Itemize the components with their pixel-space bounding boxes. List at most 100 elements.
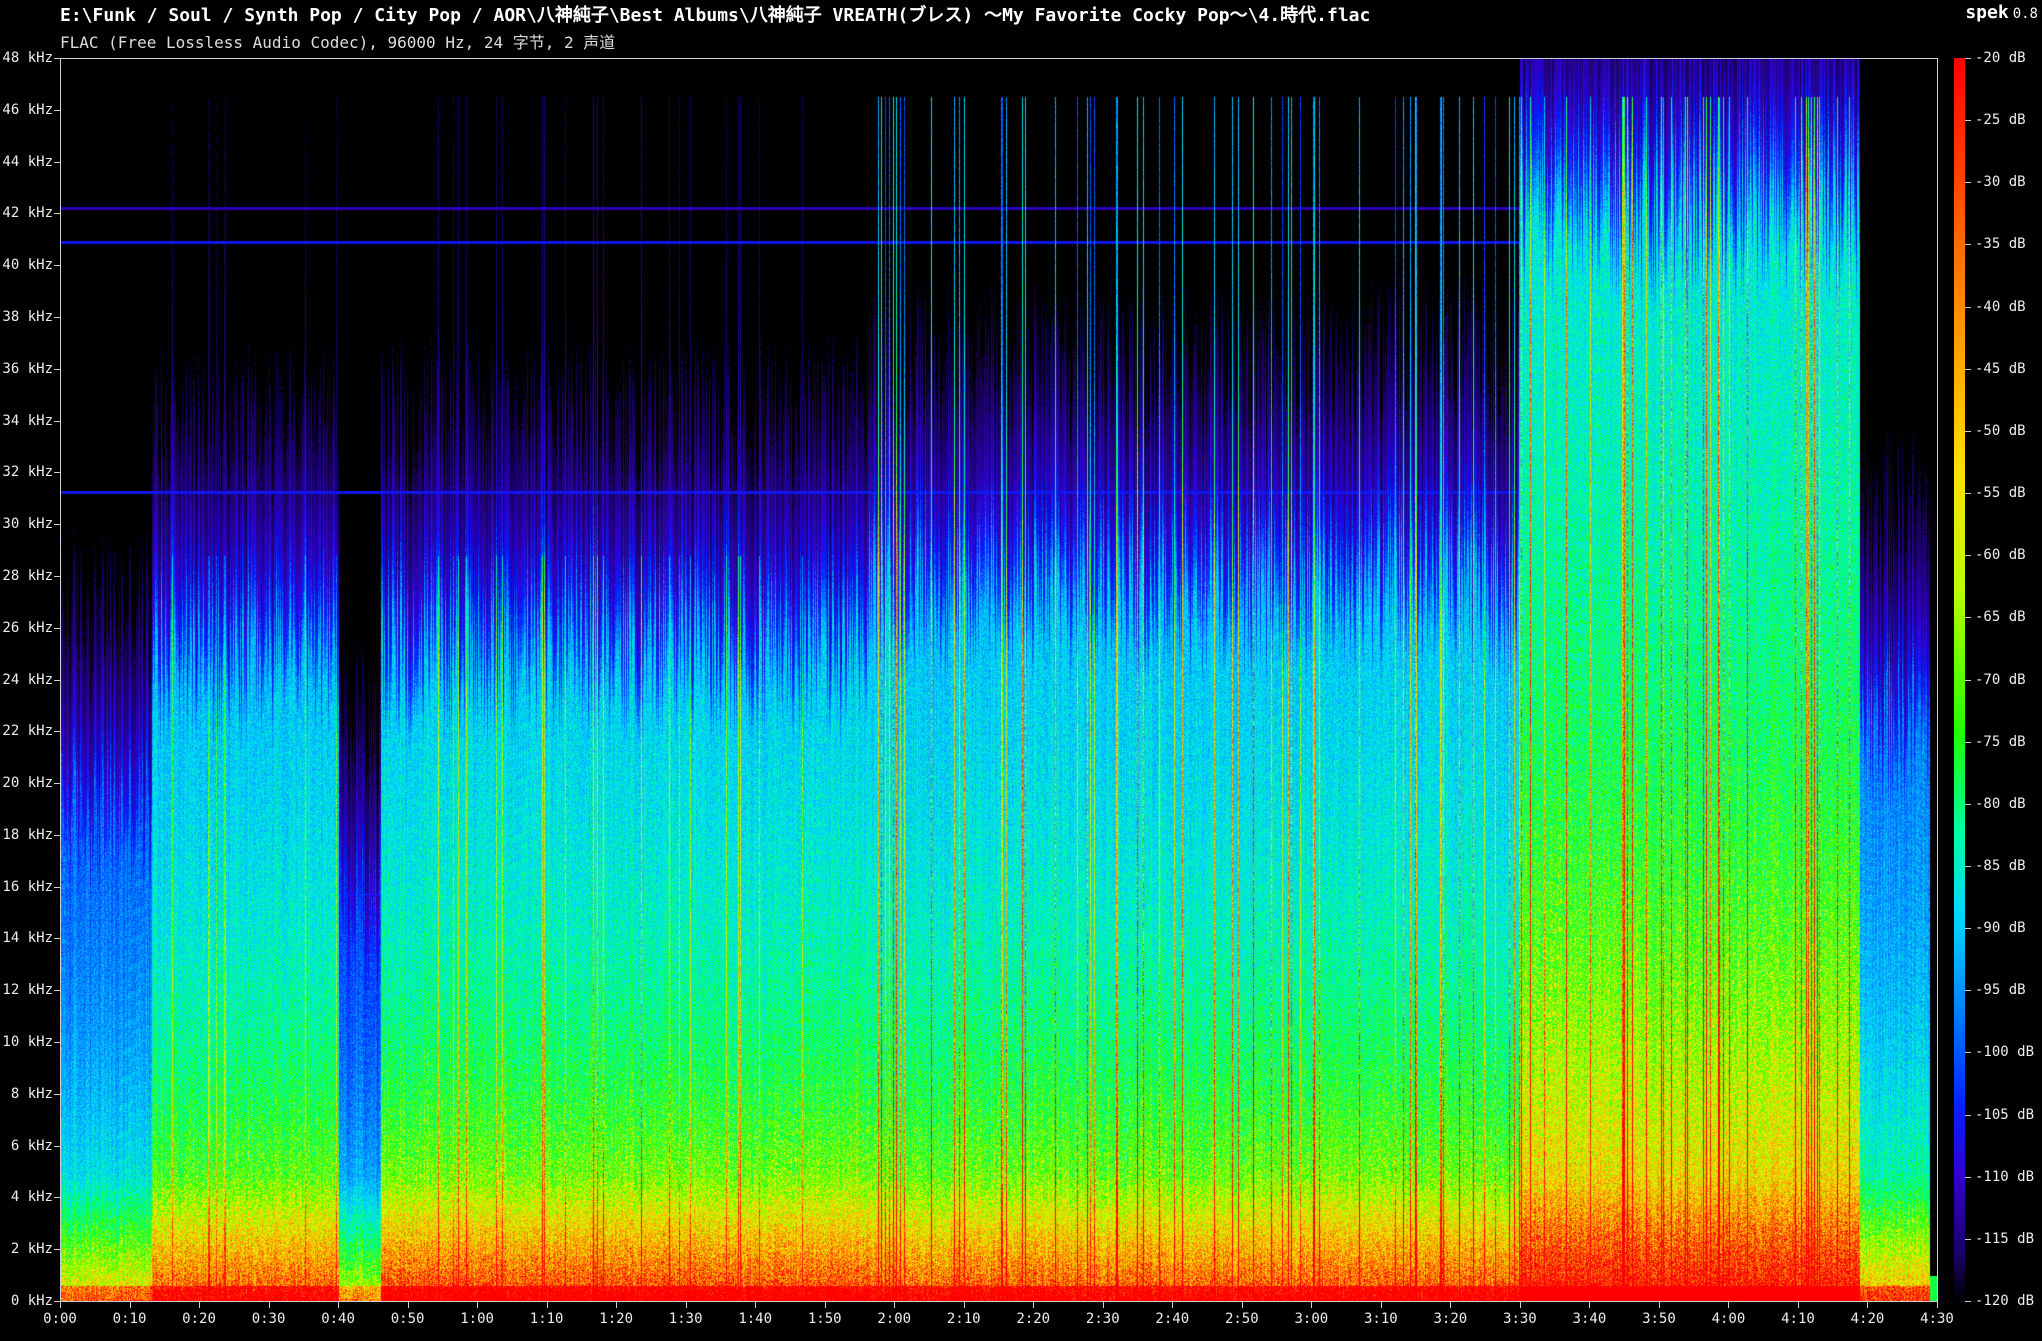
time-tick-mark: [1519, 1302, 1521, 1308]
time-tick-label: 2:30: [1085, 1311, 1120, 1327]
db-tick-label: -60 dB: [1975, 547, 2026, 564]
db-tick-mark: [1965, 1238, 1971, 1240]
app-version: 0.8: [2012, 6, 2038, 22]
app-brand: spek 0.8: [1965, 2, 2038, 23]
frequency-tick-label: 8 kHz: [10, 1085, 53, 1102]
frequency-tick-label: 0 kHz: [10, 1293, 53, 1309]
time-tick-mark: [685, 1302, 687, 1308]
db-tick-mark: [1965, 1114, 1971, 1116]
time-tick-label: 0:10: [112, 1311, 147, 1327]
spectrogram-image: [61, 59, 1937, 1301]
db-tick-mark: [1965, 58, 1971, 59]
db-tick-label: -80 dB: [1975, 795, 2026, 812]
time-tick-mark: [1937, 1302, 1938, 1308]
time-tick-label: 1:10: [529, 1311, 564, 1327]
db-tick-mark: [1965, 555, 1971, 557]
db-tick-mark: [1965, 182, 1971, 184]
frequency-tick-mark: [54, 524, 60, 526]
time-tick-label: 0:40: [321, 1311, 355, 1327]
time-tick-label: 1:40: [738, 1311, 773, 1327]
db-tick-mark: [1965, 928, 1971, 930]
time-tick-label: 4:30: [1920, 1311, 1954, 1327]
time-tick-label: 4:20: [1850, 1311, 1885, 1327]
frequency-tick-label: 28 kHz: [2, 567, 53, 584]
db-tick-mark: [1965, 803, 1971, 805]
time-tick-label: 4:10: [1781, 1311, 1815, 1327]
db-tick-label: -105 dB: [1975, 1106, 2035, 1123]
time-tick-mark: [894, 1302, 896, 1308]
frequency-tick-label: 38 kHz: [2, 308, 53, 325]
frequency-tick-mark: [54, 58, 60, 59]
db-tick-label: -100 dB: [1975, 1044, 2035, 1061]
db-tick-label: -40 dB: [1975, 298, 2026, 315]
db-tick-label: -90 dB: [1975, 920, 2026, 937]
time-tick-label: 3:00: [1294, 1311, 1329, 1327]
file-path-title: E:\Funk / Soul / Synth Pop / City Pop / …: [60, 5, 1371, 26]
db-tick-label: -25 dB: [1975, 112, 2026, 129]
frequency-tick-mark: [54, 783, 60, 785]
time-tick-label: 2:40: [1155, 1311, 1190, 1327]
frequency-tick-mark: [54, 472, 60, 474]
time-tick-label: 1:20: [599, 1311, 633, 1327]
time-tick-mark: [1102, 1302, 1104, 1308]
db-tick-label: -115 dB: [1975, 1230, 2035, 1247]
time-tick-label: 1:00: [460, 1311, 494, 1327]
db-tick-label: -70 dB: [1975, 671, 2026, 688]
time-tick-label: 0:30: [251, 1311, 286, 1327]
frequency-tick-label: 2 kHz: [10, 1241, 53, 1258]
frequency-tick-label: 46 kHz: [2, 101, 53, 118]
frequency-tick-label: 12 kHz: [2, 982, 53, 999]
frequency-tick-label: 48 kHz: [2, 50, 53, 66]
frequency-tick-label: 22 kHz: [2, 723, 53, 740]
db-tick-label: -110 dB: [1975, 1168, 2035, 1185]
db-tick-mark: [1965, 1176, 1971, 1178]
frequency-tick-label: 20 kHz: [2, 775, 53, 792]
db-tick-label: -50 dB: [1975, 422, 2026, 439]
frequency-tick-label: 26 kHz: [2, 619, 53, 636]
frequency-tick-mark: [54, 1145, 60, 1147]
frequency-tick-mark: [54, 679, 60, 681]
frequency-tick-mark: [54, 265, 60, 267]
time-tick-mark: [338, 1302, 340, 1308]
db-tick-mark: [1965, 990, 1971, 992]
frequency-tick-label: 36 kHz: [2, 360, 53, 377]
db-tick-mark: [1965, 679, 1971, 681]
frequency-tick-mark: [54, 1197, 60, 1199]
frequency-tick-label: 42 kHz: [2, 205, 53, 222]
frequency-tick-mark: [54, 1093, 60, 1095]
time-tick-mark: [1797, 1302, 1799, 1308]
frequency-tick-mark: [54, 1042, 60, 1044]
time-tick-mark: [199, 1302, 201, 1308]
db-tick-mark: [1965, 368, 1971, 370]
db-tick-mark: [1965, 430, 1971, 432]
time-tick-label: 3:50: [1642, 1311, 1676, 1327]
frequency-tick-label: 32 kHz: [2, 464, 53, 481]
db-color-scale: [1954, 58, 1965, 1302]
frequency-tick-mark: [54, 990, 60, 992]
time-tick-label: 3:40: [1572, 1311, 1607, 1327]
frequency-tick-mark: [54, 213, 60, 215]
frequency-tick-mark: [54, 161, 60, 163]
time-tick-mark: [60, 1302, 61, 1308]
db-tick-mark: [1965, 1301, 1971, 1302]
time-tick-label: 2:20: [1016, 1311, 1051, 1327]
time-tick-label: 3:30: [1503, 1311, 1537, 1327]
frequency-tick-label: 34 kHz: [2, 412, 53, 429]
frequency-tick-mark: [54, 627, 60, 629]
db-tick-label: -120 dB: [1975, 1293, 2035, 1309]
db-tick-mark: [1965, 865, 1971, 867]
db-tick-label: -20 dB: [1975, 50, 2026, 66]
time-tick-label: 0:20: [182, 1311, 216, 1327]
frequency-tick-label: 30 kHz: [2, 516, 53, 533]
db-tick-mark: [1965, 617, 1971, 619]
db-tick-label: -45 dB: [1975, 360, 2026, 377]
time-tick-mark: [1728, 1302, 1730, 1308]
db-tick-label: -55 dB: [1975, 485, 2026, 502]
db-tick-mark: [1965, 741, 1971, 743]
frequency-tick-mark: [54, 834, 60, 836]
frequency-tick-label: 16 kHz: [2, 878, 53, 895]
frequency-tick-label: 6 kHz: [10, 1137, 53, 1154]
frequency-tick-mark: [54, 731, 60, 733]
time-tick-label: 1:30: [668, 1311, 703, 1327]
spectrogram-plot[interactable]: [60, 58, 1938, 1302]
